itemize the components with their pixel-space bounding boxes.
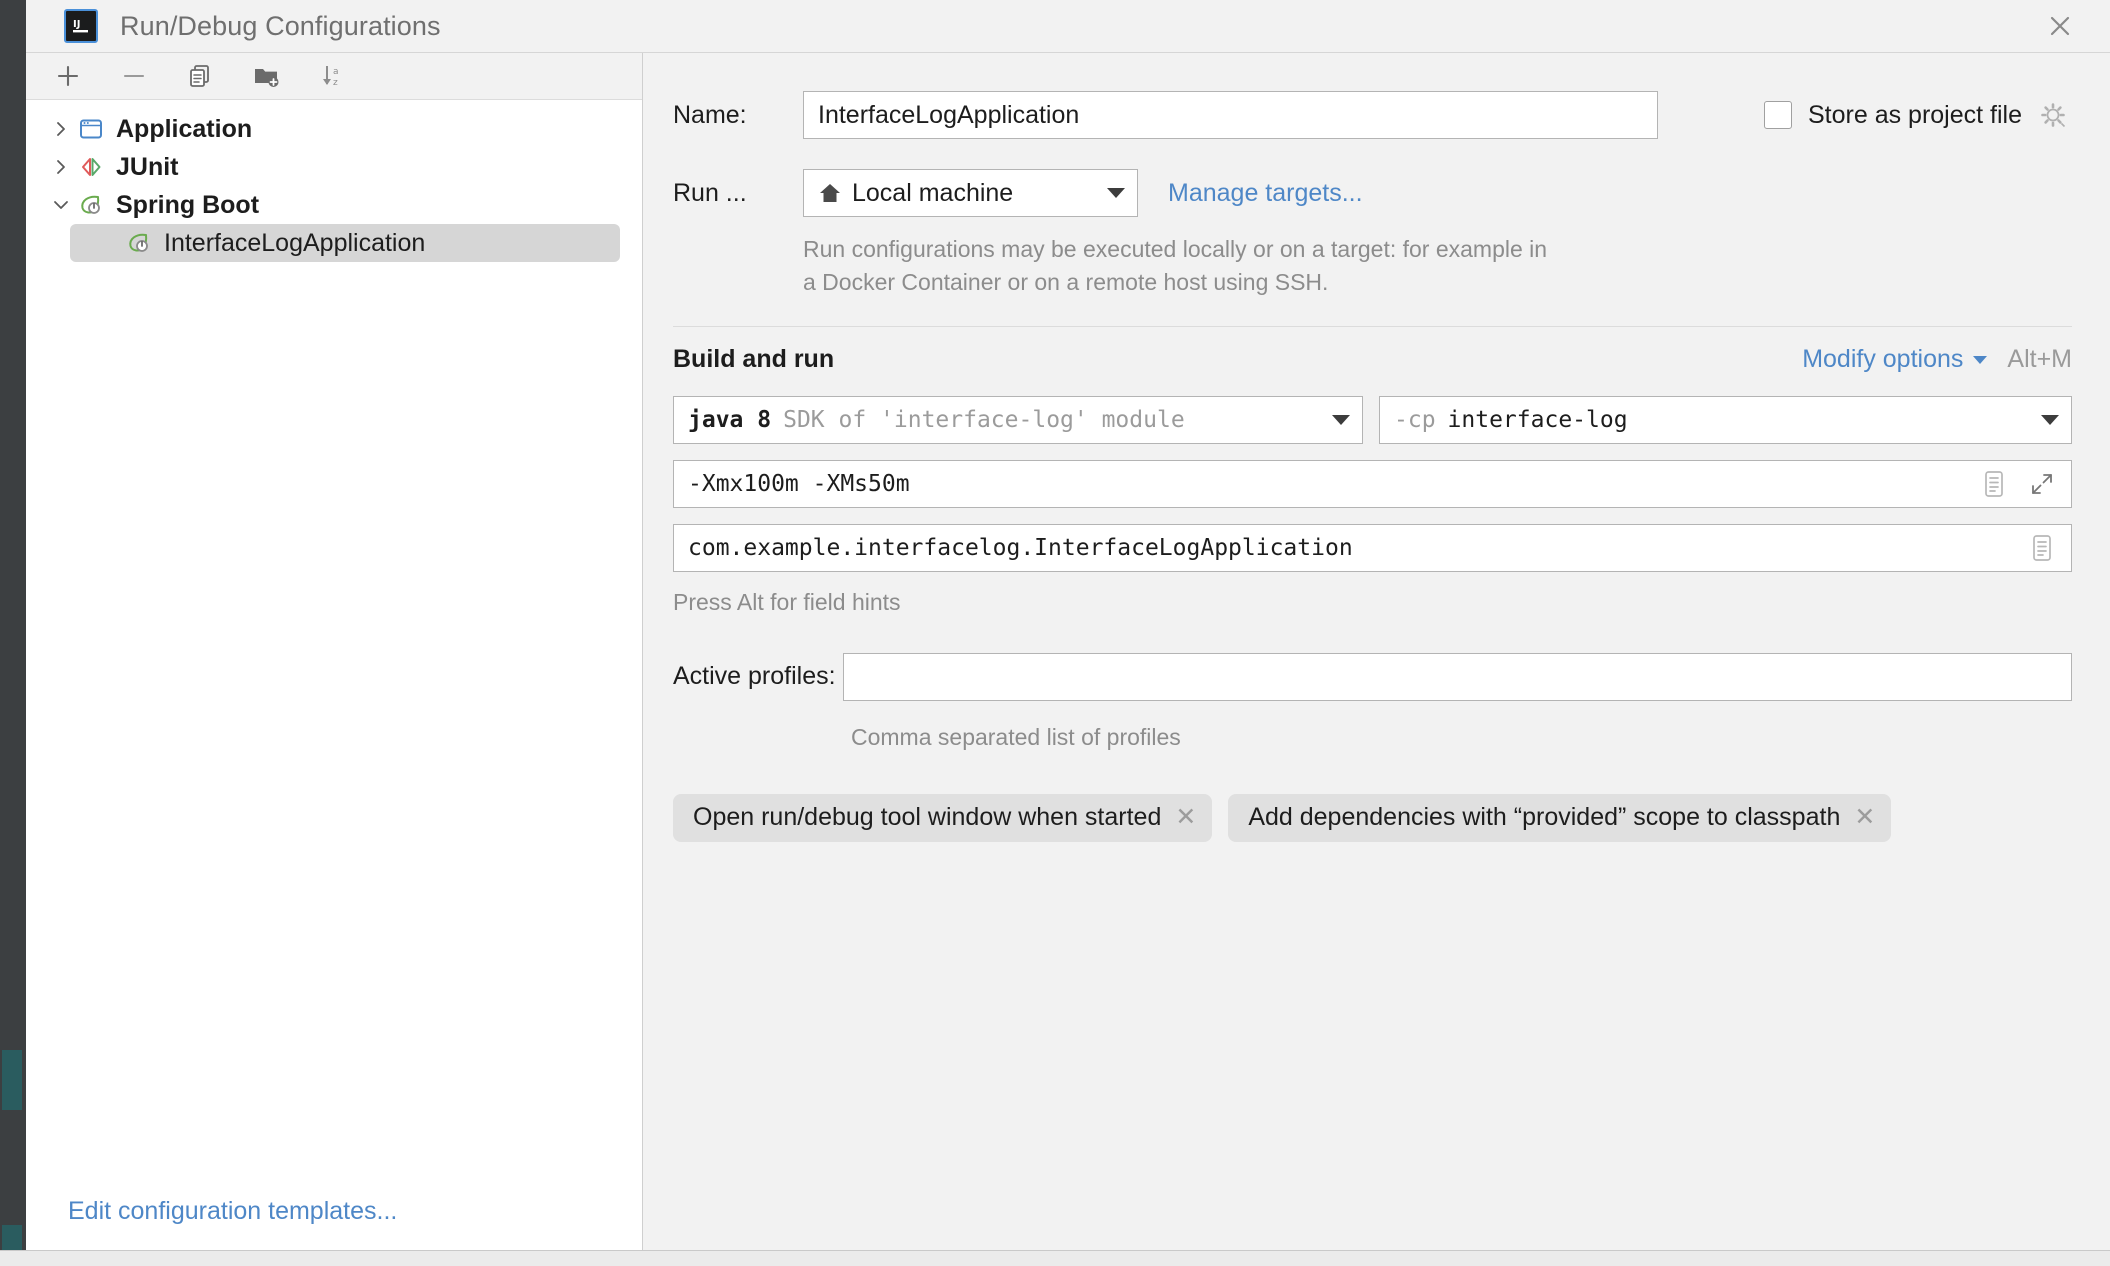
dialog-titlebar: IJ Run/Debug Configurations — [26, 0, 2110, 52]
tree-item-label: Application — [116, 114, 253, 143]
run-target-combo[interactable]: Local machine — [803, 169, 1138, 217]
plus-icon[interactable] — [48, 58, 88, 94]
store-as-project-file-row: Store as project file — [1764, 100, 2072, 130]
spring-boot-icon — [122, 230, 156, 256]
modify-options-shortcut: Alt+M — [2007, 345, 2072, 374]
expand-icon[interactable] — [2027, 469, 2057, 499]
chevron-right-icon[interactable] — [48, 120, 74, 138]
chevron-down-icon[interactable] — [1332, 415, 1350, 426]
sort-alphabetical-icon[interactable]: a z — [312, 58, 352, 94]
tree-item-junit[interactable]: JUnit — [26, 148, 642, 186]
manage-targets-link[interactable]: Manage targets... — [1168, 179, 1363, 208]
chip-label: Open run/debug tool window when started — [693, 803, 1162, 832]
svg-text:a: a — [333, 67, 339, 77]
application-icon — [74, 116, 108, 142]
home-icon — [818, 181, 842, 205]
ide-tool-window-marker-2 — [2, 1225, 22, 1251]
section-title: Build and run — [673, 345, 835, 374]
edit-configuration-templates-link[interactable]: Edit configuration templates... — [68, 1197, 397, 1226]
classpath-combo[interactable]: -cp interface-log — [1379, 396, 2072, 445]
tree-item-label: InterfaceLogApplication — [164, 228, 426, 257]
svg-text:z: z — [333, 78, 338, 88]
store-as-project-file-label: Store as project file — [1808, 100, 2022, 129]
run-target-value: Local machine — [852, 178, 1014, 207]
name-input[interactable]: InterfaceLogApplication — [803, 91, 1658, 139]
close-small-icon[interactable]: ✕ — [1854, 805, 1875, 830]
run-target-row: Run ... Local machine Manage targets... — [673, 169, 2072, 217]
active-profiles-label: Active profiles: — [673, 662, 836, 691]
chip-label: Add dependencies with “provided” scope t… — [1248, 803, 1841, 832]
new-folder-icon[interactable] — [246, 58, 286, 94]
configuration-form: Name: InterfaceLogApplication Store as p… — [643, 53, 2110, 1250]
active-profiles-row: Active profiles: — [673, 652, 2072, 701]
active-profiles-input[interactable] — [843, 652, 2072, 701]
run-target-description: Run configurations may be executed local… — [803, 236, 1548, 295]
configurations-tree: Application JUnit Spring Boot InterfaceL… — [26, 100, 642, 1172]
press-alt-hint: Press Alt for field hints — [673, 589, 901, 616]
chevron-down-icon[interactable] — [2041, 415, 2059, 426]
store-as-project-file-checkbox[interactable] — [1764, 101, 1792, 129]
configurations-panel: a z Application JUnit Spring Boot Interf… — [26, 53, 643, 1250]
chevron-right-icon[interactable] — [48, 158, 74, 176]
main-class-field[interactable]: com.example.interfacelog.InterfaceLogApp… — [673, 524, 2072, 573]
chip-open-run-debug-tool-window[interactable]: Open run/debug tool window when started … — [673, 793, 1213, 842]
tree-item-label: Spring Boot — [116, 190, 260, 219]
chip-add-provided-dependencies[interactable]: Add dependencies with “provided” scope t… — [1228, 793, 1892, 842]
section-header-actions: Modify options Alt+M — [1802, 345, 2072, 374]
svg-text:IJ: IJ — [73, 19, 80, 30]
chevron-down-icon[interactable] — [1107, 188, 1125, 198]
chevron-down-icon[interactable] — [48, 196, 74, 214]
main-class-value: com.example.interfacelog.InterfaceLogApp… — [688, 535, 1353, 562]
configurations-toolbar: a z — [26, 53, 642, 100]
name-row: Name: InterfaceLogApplication Store as p… — [673, 91, 2072, 139]
vm-options-row: -Xmx100m -XMs50m — [673, 460, 2072, 509]
macro-list-icon[interactable] — [2027, 533, 2057, 563]
jdk-name: java 8 — [688, 407, 772, 434]
tree-item-interfacelogapplication[interactable]: InterfaceLogApplication — [70, 224, 620, 262]
jdk-description: SDK of 'interface-log' module — [783, 407, 1185, 434]
junit-icon — [74, 154, 108, 180]
vm-options-field-icons — [1967, 469, 2057, 499]
vm-options-field[interactable]: -Xmx100m -XMs50m — [673, 460, 2072, 509]
dialog-body: a z Application JUnit Spring Boot Interf… — [26, 52, 2110, 1250]
run-target-label: Run ... — [673, 178, 747, 207]
intellij-idea-logo-icon: IJ — [64, 9, 98, 43]
main-class-row: com.example.interfacelog.InterfaceLogApp… — [673, 524, 2072, 573]
vm-options-value: -Xmx100m -XMs50m — [688, 471, 910, 498]
main-class-field-icons — [2015, 533, 2057, 563]
chevron-down-icon[interactable] — [1973, 355, 1988, 364]
ide-tool-window-marker — [2, 1050, 22, 1110]
macro-list-icon[interactable] — [1979, 469, 2009, 499]
close-icon[interactable] — [2038, 4, 2082, 48]
dialog-title: Run/Debug Configurations — [120, 10, 441, 41]
jdk-and-classpath-row: java 8 SDK of 'interface-log' module -cp… — [673, 396, 2072, 445]
ide-status-bar — [0, 1250, 2110, 1266]
minus-icon[interactable] — [114, 58, 154, 94]
tree-item-label: JUnit — [116, 152, 179, 181]
copy-icon[interactable] — [180, 58, 220, 94]
name-label: Name: — [673, 100, 747, 129]
active-profiles-hint: Comma separated list of profiles — [851, 723, 1181, 750]
build-and-run-section-header: Build and run Modify options Alt+M — [673, 326, 2072, 374]
run-debug-configurations-dialog: IJ Run/Debug Configurations a z Applicat… — [26, 0, 2110, 1250]
option-chips: Open run/debug tool window when started … — [673, 793, 2072, 842]
close-small-icon[interactable]: ✕ — [1175, 805, 1196, 830]
jdk-combo[interactable]: java 8 SDK of 'interface-log' module — [673, 396, 1363, 445]
configurations-footer: Edit configuration templates... — [26, 1172, 642, 1250]
spring-boot-icon — [74, 192, 108, 218]
screen-root: IJ Run/Debug Configurations a z Applicat… — [0, 0, 2110, 1266]
gear-icon[interactable] — [2038, 100, 2068, 130]
tree-item-application[interactable]: Application — [26, 110, 642, 148]
classpath-module: interface-log — [1447, 407, 1628, 434]
classpath-prefix: -cp — [1394, 407, 1436, 434]
tree-item-spring-boot[interactable]: Spring Boot — [26, 186, 642, 224]
modify-options-link[interactable]: Modify options — [1802, 345, 1963, 374]
